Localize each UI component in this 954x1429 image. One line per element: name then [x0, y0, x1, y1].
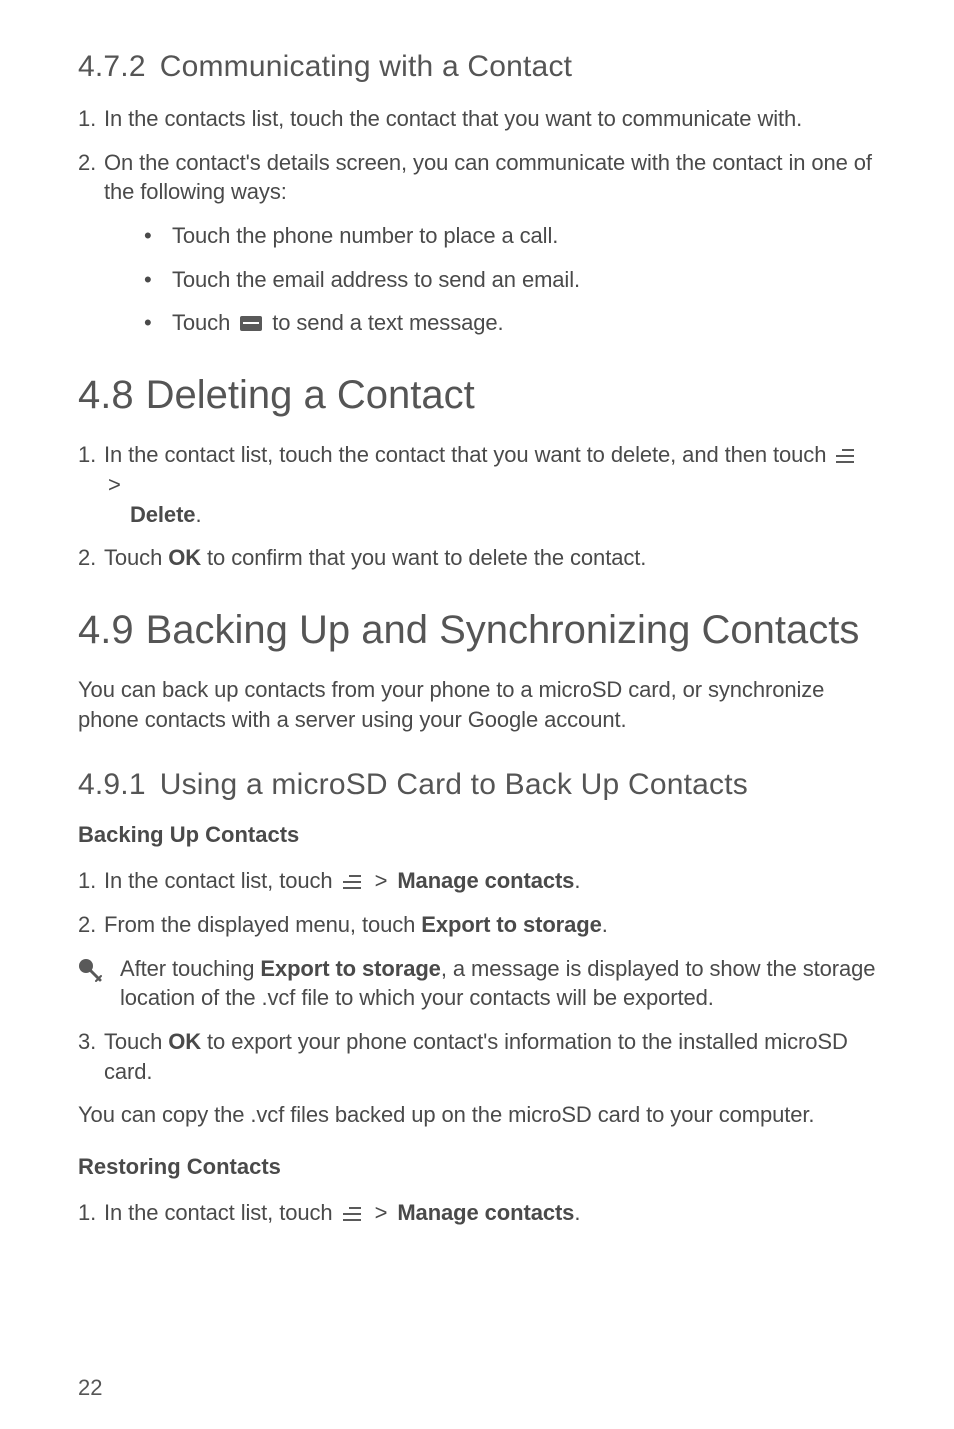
manage-contacts-label: Manage contacts: [397, 868, 574, 893]
manage-contacts-label: Manage contacts: [397, 1200, 574, 1225]
heading-text: Backing Up and Synchronizing Contacts: [146, 608, 860, 652]
delete-label: Delete: [104, 502, 195, 527]
bullet-text: Touch the phone number to place a call.: [172, 223, 558, 248]
backup-heading: Backing Up Contacts: [78, 822, 876, 848]
bullet-3: •Touch to send a text message.: [144, 308, 876, 338]
step-2: 2.On the contact's details screen, you c…: [78, 148, 876, 207]
ok-label: OK: [168, 1029, 201, 1054]
list-marker: 1.: [78, 104, 104, 134]
menu-icon: [343, 1207, 361, 1221]
list-marker: 2.: [78, 148, 104, 178]
step-1: 1.In the contact list, touch the contact…: [78, 440, 876, 529]
step-text: In the contacts list, touch the contact …: [104, 106, 802, 131]
list-marker: 1.: [78, 1198, 104, 1228]
bullet-post: to send a text message.: [272, 310, 503, 335]
note-icon: [78, 954, 102, 987]
heading-number: 4.9.1: [78, 768, 146, 801]
period: .: [602, 912, 608, 937]
period: .: [574, 868, 580, 893]
bullet-1: •Touch the phone number to place a call.: [144, 221, 876, 251]
heading-number: 4.7.2: [78, 50, 146, 83]
heading-4-9: 4.9 Backing Up and Synchronizing Contacts: [78, 607, 876, 653]
period: .: [195, 502, 201, 527]
backup-step-2: 2.From the displayed menu, touch Export …: [78, 910, 876, 940]
step-post: to confirm that you want to delete the c…: [201, 545, 646, 570]
period: .: [574, 1200, 580, 1225]
heading-4-9-1: 4.9.1 Using a microSD Card to Back Up Con…: [78, 768, 876, 802]
bullet-marker: •: [144, 308, 172, 338]
step-2: 2.Touch OK to confirm that you want to d…: [78, 543, 876, 573]
note-text: After touching Export to storage, a mess…: [120, 954, 876, 1013]
list-marker: 2.: [78, 910, 104, 940]
bullet-marker: •: [144, 265, 172, 295]
gt: >: [375, 1200, 388, 1225]
step-pre: Touch: [104, 1029, 168, 1054]
step-pre: In the contact list, touch: [104, 868, 333, 893]
page-number: 22: [78, 1375, 102, 1401]
gt: >: [108, 472, 121, 497]
export-label: Export to storage: [260, 956, 440, 981]
menu-icon: [343, 875, 361, 889]
note: After touching Export to storage, a mess…: [78, 954, 876, 1013]
bullet-pre: Touch: [172, 310, 230, 335]
step-text: On the contact's details screen, you can…: [104, 150, 872, 205]
heading-4-7-2: 4.7.2 Communicating with a Contact: [78, 50, 876, 84]
heading-text: Using a microSD Card to Back Up Contacts: [160, 768, 748, 801]
step-1: 1.In the contacts list, touch the contac…: [78, 104, 876, 134]
step-text-pre: In the contact list, touch the contact t…: [104, 442, 826, 467]
step-pre: In the contact list, touch: [104, 1200, 333, 1225]
backup-step-3: 3.Touch OK to export your phone contact'…: [78, 1027, 876, 1086]
step-pre: From the displayed menu, touch: [104, 912, 421, 937]
restore-heading: Restoring Contacts: [78, 1154, 876, 1180]
restore-step-1: 1.In the contact list, touch > Manage co…: [78, 1198, 876, 1228]
step-pre: Touch: [104, 545, 168, 570]
gt: >: [375, 868, 388, 893]
heading-text: Deleting a Contact: [146, 373, 475, 417]
heading-number: 4.8: [78, 373, 134, 417]
heading-text: Communicating with a Contact: [160, 50, 572, 83]
list-marker: 1.: [78, 866, 104, 896]
export-label: Export to storage: [421, 912, 601, 937]
heading-4-8: 4.8 Deleting a Contact: [78, 372, 876, 418]
intro-4-9: You can back up contacts from your phone…: [78, 675, 876, 734]
menu-icon: [836, 449, 854, 463]
list-marker: 3.: [78, 1027, 104, 1057]
list-marker: 2.: [78, 543, 104, 573]
bullet-marker: •: [144, 221, 172, 251]
ok-label: OK: [168, 545, 201, 570]
step-post: to export your phone contact's informati…: [104, 1029, 848, 1084]
bullet-2: •Touch the email address to send an emai…: [144, 265, 876, 295]
bullet-text: Touch the email address to send an email…: [172, 267, 580, 292]
message-icon: [240, 316, 262, 331]
heading-number: 4.9: [78, 608, 134, 652]
note-pre: After touching: [120, 956, 260, 981]
backup-step-1: 1.In the contact list, touch > Manage co…: [78, 866, 876, 896]
backup-copy-text: You can copy the .vcf files backed up on…: [78, 1100, 876, 1130]
list-marker: 1.: [78, 440, 104, 470]
